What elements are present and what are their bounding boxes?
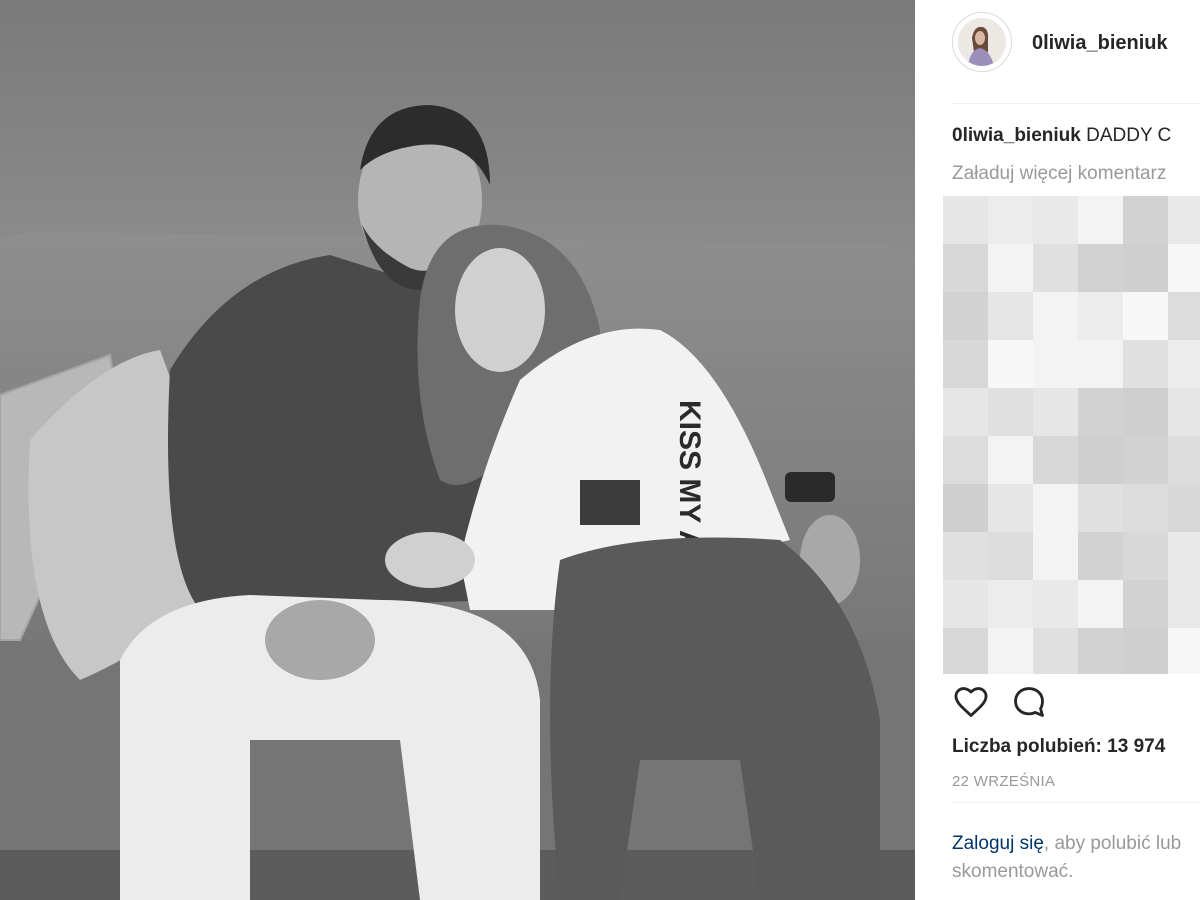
- divider: [952, 103, 1200, 104]
- avatar[interactable]: [952, 12, 1012, 72]
- post-photo[interactable]: KISS MY ASS: [0, 0, 915, 900]
- caption-text: DADDY C: [1086, 125, 1172, 146]
- comment-button[interactable]: [1010, 683, 1050, 723]
- post-actions: [952, 683, 1152, 723]
- like-button[interactable]: [952, 683, 992, 723]
- post-username[interactable]: 0liwia_bieniuk: [1032, 32, 1168, 55]
- post-date: 22 WRZEŚNIA: [952, 773, 1056, 790]
- avatar-image: [958, 18, 1006, 66]
- post-caption: 0liwia_bieniuk DADDY C: [952, 125, 1171, 147]
- heart-icon: [954, 687, 988, 717]
- comment-icon: [1014, 687, 1044, 717]
- photo-image: KISS MY ASS: [0, 0, 915, 900]
- post-side-panel: 0liwia_bieniuk 0liwia_bieniuk DADDY C Za…: [915, 0, 1200, 900]
- login-prompt: Zaloguj się, aby polubić lub skomentować…: [952, 830, 1200, 886]
- login-link[interactable]: Zaloguj się: [952, 833, 1044, 854]
- caption-username[interactable]: 0liwia_bieniuk: [952, 125, 1081, 146]
- post-header: 0liwia_bieniuk: [952, 12, 1200, 76]
- load-more-comments-button[interactable]: Załaduj więcej komentarz: [952, 163, 1166, 185]
- pixelated-comments-area: [943, 196, 1200, 674]
- likes-count[interactable]: Liczba polubień: 13 974: [952, 736, 1165, 758]
- divider: [952, 802, 1200, 803]
